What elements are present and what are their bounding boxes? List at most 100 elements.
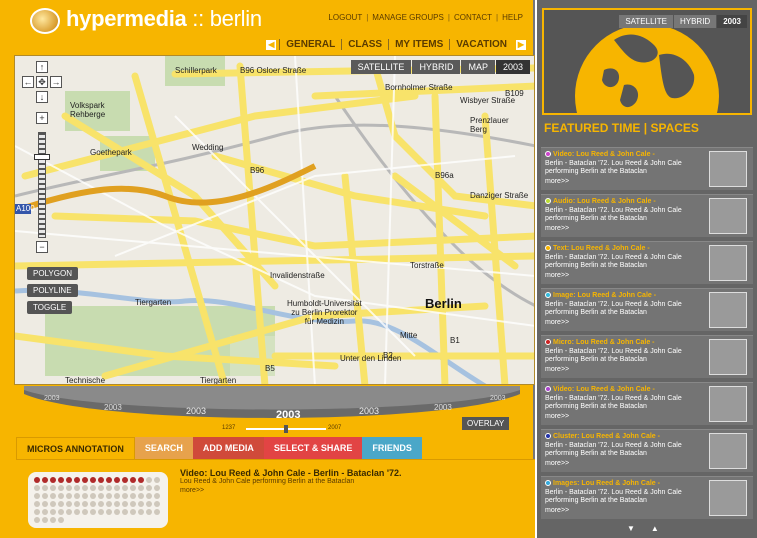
micro-dot[interactable]	[50, 477, 56, 483]
featured-item-thumbnail[interactable]	[709, 292, 747, 328]
tab-my-items[interactable]: MY ITEMS	[388, 39, 449, 50]
featured-item-more-link[interactable]: more>>	[545, 413, 569, 420]
micro-dot[interactable]	[42, 477, 48, 483]
micro-dot[interactable]	[154, 493, 160, 499]
micro-dot[interactable]	[50, 485, 56, 491]
micro-dot[interactable]	[146, 501, 152, 507]
micro-dot[interactable]	[106, 509, 112, 515]
micro-dot[interactable]	[114, 477, 120, 483]
tab-friends[interactable]: FRIENDS	[362, 437, 422, 459]
micro-dot[interactable]	[34, 485, 40, 491]
micro-dot[interactable]	[138, 477, 144, 483]
logout-link[interactable]: LOGOUT	[328, 13, 362, 22]
scroll-down-icon[interactable]: ▼	[627, 524, 635, 533]
map-toggle-year[interactable]: 2003	[495, 60, 530, 74]
globe-toggle-hybrid[interactable]: HYBRID	[673, 15, 717, 28]
globe-view[interactable]: SATELLITE HYBRID 2003	[542, 8, 752, 168]
micro-dot[interactable]	[74, 493, 80, 499]
micro-dot[interactable]	[154, 485, 160, 491]
timeline-arc[interactable]: 2003 2003 2003 2003 2003 2003 2003	[24, 386, 520, 426]
micro-dot[interactable]	[58, 493, 64, 499]
micro-dot[interactable]	[34, 477, 40, 483]
featured-item-title[interactable]: Cluster: Lou Reed & John Cale -	[545, 433, 660, 440]
micro-dot[interactable]	[146, 509, 152, 515]
micro-dot[interactable]	[90, 501, 96, 507]
micro-dot[interactable]	[98, 509, 104, 515]
micro-dot[interactable]	[66, 477, 72, 483]
micro-dot[interactable]	[98, 493, 104, 499]
featured-item-more-link[interactable]: more>>	[545, 507, 569, 514]
micro-dot[interactable]	[82, 501, 88, 507]
micro-dot[interactable]	[138, 485, 144, 491]
featured-item[interactable]: Micro: Lou Reed & John Cale - Berlin - Ba…	[541, 335, 753, 378]
polygon-button[interactable]: POLYGON	[27, 267, 78, 280]
tab-add-media[interactable]: ADD MEDIA	[192, 437, 264, 459]
micro-dot[interactable]	[50, 501, 56, 507]
globe-toggle-satellite[interactable]: SATELLITE	[619, 15, 673, 28]
micro-dot[interactable]	[34, 517, 40, 523]
featured-item-thumbnail[interactable]	[709, 245, 747, 281]
tab-micros-annotation[interactable]: MICROS ANNOTATION	[16, 437, 135, 459]
micro-dot[interactable]	[82, 485, 88, 491]
map-toggle-hybrid[interactable]: HYBRID	[412, 60, 461, 74]
toggle-button[interactable]: TOGGLE	[27, 301, 73, 314]
pan-left-icon[interactable]: ←	[22, 76, 34, 88]
nav-prev-arrow-icon[interactable]: ◀	[266, 39, 277, 50]
scroll-up-icon[interactable]: ▲	[651, 524, 659, 533]
micro-dot[interactable]	[90, 485, 96, 491]
overlay-button[interactable]: OVERLAY	[462, 417, 510, 430]
featured-item-title[interactable]: Images: Lou Reed & John Cale -	[545, 480, 660, 487]
tab-vacation[interactable]: VACATION	[449, 39, 513, 50]
micro-dot[interactable]	[50, 509, 56, 515]
micro-dot[interactable]	[34, 509, 40, 515]
micro-dot[interactable]	[146, 493, 152, 499]
micro-dot[interactable]	[66, 493, 72, 499]
micro-dot[interactable]	[98, 477, 104, 483]
micro-dot[interactable]	[58, 501, 64, 507]
map-toggle-map[interactable]: MAP	[461, 60, 495, 74]
featured-item-more-link[interactable]: more>>	[545, 225, 569, 232]
micro-dot[interactable]	[122, 493, 128, 499]
featured-item-thumbnail[interactable]	[709, 198, 747, 234]
manage-groups-link[interactable]: MANAGE GROUPS	[372, 13, 444, 22]
featured-item-thumbnail[interactable]	[709, 480, 747, 516]
featured-item-title[interactable]: Video: Lou Reed & John Cale -	[545, 386, 655, 393]
pan-up-icon[interactable]: ↑	[36, 61, 48, 73]
micro-dot[interactable]	[74, 501, 80, 507]
zoom-slider-handle[interactable]	[34, 154, 50, 160]
micro-dot[interactable]	[114, 509, 120, 515]
micro-dot[interactable]	[58, 509, 64, 515]
micro-dot[interactable]	[34, 501, 40, 507]
featured-item-thumbnail[interactable]	[709, 151, 747, 187]
tab-select-share[interactable]: SELECT & SHARE	[263, 437, 363, 459]
micro-dot[interactable]	[138, 501, 144, 507]
annotation-title[interactable]: Video: Lou Reed & John Cale - Berlin - B…	[180, 468, 402, 478]
micro-dot[interactable]	[114, 493, 120, 499]
slider-handle[interactable]	[284, 425, 288, 433]
featured-item[interactable]: Text: Lou Reed & John Cale - Berlin - Bat…	[541, 241, 753, 284]
micro-dot[interactable]	[66, 501, 72, 507]
micro-dot[interactable]	[90, 493, 96, 499]
year-range-slider[interactable]: 1237 2007	[200, 425, 360, 435]
pan-center-icon[interactable]: ✥	[36, 76, 48, 88]
micro-dot[interactable]	[122, 509, 128, 515]
featured-item[interactable]: Image: Lou Reed & John Cale - Berlin - Ba…	[541, 288, 753, 331]
featured-item[interactable]: Cluster: Lou Reed & John Cale - Berlin - …	[541, 429, 753, 472]
annotation-more-link[interactable]: more>>	[180, 487, 204, 494]
micro-dot[interactable]	[34, 493, 40, 499]
micro-dot[interactable]	[58, 517, 64, 523]
pan-right-icon[interactable]: →	[50, 76, 62, 88]
micro-dot[interactable]	[82, 493, 88, 499]
polyline-button[interactable]: POLYLINE	[27, 284, 78, 297]
micro-dot[interactable]	[154, 501, 160, 507]
featured-item-title[interactable]: Audio: Lou Reed & John Cale -	[545, 198, 656, 205]
micro-dot[interactable]	[82, 477, 88, 483]
featured-item[interactable]: Images: Lou Reed & John Cale - Berlin - B…	[541, 476, 753, 519]
micro-dot[interactable]	[42, 501, 48, 507]
contact-link[interactable]: CONTACT	[454, 13, 492, 22]
micro-dot[interactable]	[106, 485, 112, 491]
micro-dot[interactable]	[130, 485, 136, 491]
micro-dot[interactable]	[114, 485, 120, 491]
micro-dot[interactable]	[122, 501, 128, 507]
micro-dot[interactable]	[130, 501, 136, 507]
